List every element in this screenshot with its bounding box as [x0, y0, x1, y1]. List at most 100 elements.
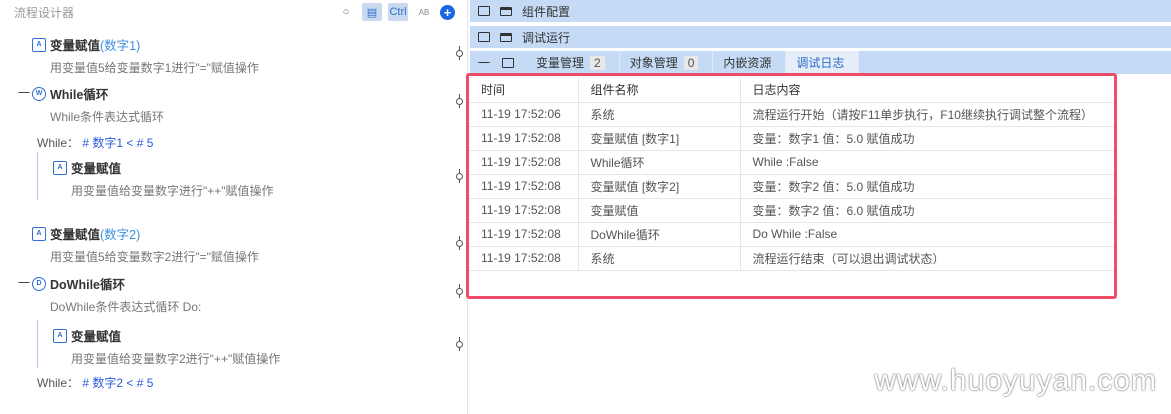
- cell-component: While循环: [578, 150, 741, 175]
- collapse-toggle[interactable]: 一: [18, 274, 30, 291]
- minimize-icon[interactable]: 一: [478, 54, 490, 71]
- add-icon[interactable]: +: [440, 4, 455, 20]
- window-icon[interactable]: [500, 32, 512, 42]
- assign-icon: A: [53, 160, 67, 175]
- node-desc: 用变量值给变量数字进行"++"赋值操作: [71, 184, 274, 198]
- node-suffix: (数字1): [100, 39, 141, 53]
- assign-icon: A: [53, 328, 67, 343]
- nest-line: [37, 320, 38, 368]
- port-icon[interactable]: [455, 284, 464, 298]
- flow-designer-panel: 流程设计器 ○ ▤ Ctrl AB + A 变量赋值 (数字1) 用变量值5给变量数…: [0, 0, 468, 414]
- cell-time: 11-19 17:52:06: [469, 102, 579, 127]
- node-dowhile[interactable]: D DoWhile循环: [32, 274, 125, 293]
- node-assign-inner-2[interactable]: A 变量赋值: [53, 326, 121, 345]
- cell-content: Do While :False: [740, 222, 1114, 247]
- cell-content: 变量：数字1 值：5.0 赋值成功: [740, 126, 1114, 151]
- cell-time: 11-19 17:52:08: [469, 222, 579, 247]
- table-row[interactable]: 11-19 17:52:08 变量赋值 [数字1] 变量：数字1 值：5.0 赋值成…: [469, 126, 1114, 151]
- node-title: While循环: [50, 88, 109, 102]
- tab-objects[interactable]: 对象管理 0: [620, 51, 714, 74]
- col-time: 时间: [469, 78, 579, 103]
- col-content: 日志内容: [740, 78, 1114, 103]
- assign-icon: A: [32, 37, 46, 52]
- port-icon[interactable]: [455, 94, 464, 108]
- table-row[interactable]: 11-19 17:52:08 系统 流程运行结束（可以退出调试状态）: [469, 246, 1114, 271]
- tab-bar: 一 变量管理 2 对象管理 0 内嵌资源 调试日志: [470, 51, 1171, 74]
- cell-time: 11-19 17:52:08: [469, 150, 579, 175]
- cell-time: 11-19 17:52:08: [469, 126, 579, 151]
- while-condition: While： # 数字1 < # 5: [37, 134, 153, 151]
- section-debug-run[interactable]: 调试运行: [470, 26, 1171, 48]
- node-title: DoWhile循环: [50, 278, 125, 292]
- tab-badge: 0: [683, 55, 699, 70]
- tab-label: 变量管理: [536, 56, 585, 70]
- toolbar: ○ ▤ Ctrl AB +: [336, 3, 455, 21]
- cell-content: 流程运行结束（可以退出调试状态）: [740, 246, 1114, 271]
- port-icon[interactable]: [455, 337, 464, 351]
- table-row[interactable]: 11-19 17:52:08 While循环 While :False: [469, 150, 1114, 175]
- cell-component: 变量赋值 [数字2]: [578, 174, 741, 199]
- cell-component: 变量赋值 [数字1]: [578, 126, 741, 151]
- port-icon[interactable]: [455, 236, 464, 250]
- node-title: 变量赋值: [50, 39, 101, 53]
- nest-line: [37, 152, 38, 200]
- table-row[interactable]: 11-19 17:52:08 变量赋值 变量：数字2 值：6.0 赋值成功: [469, 198, 1114, 223]
- table-header: 时间 组件名称 日志内容: [469, 78, 1114, 103]
- cell-content: While :False: [740, 150, 1114, 175]
- table-row[interactable]: 11-19 17:52:08 变量赋值 [数字2] 变量：数字2 值：5.0 赋值成…: [469, 174, 1114, 199]
- node-desc: DoWhile条件表达式循环 Do:: [50, 300, 202, 314]
- cond-label: While：: [37, 376, 80, 390]
- node-assign-1[interactable]: A 变量赋值 (数字1): [32, 35, 140, 54]
- cell-content: 变量：数字2 值：6.0 赋值成功: [740, 198, 1114, 223]
- node-title: 变量赋值: [71, 162, 122, 176]
- section-title: 组件配置: [522, 4, 571, 19]
- loop-icon: W: [32, 86, 46, 101]
- node-desc: 用变量值给变量数字2进行"++"赋值操作: [71, 352, 281, 366]
- debug-log-table: 时间 组件名称 日志内容 11-19 17:52:06 系统 流程运行开始（请按F1…: [466, 73, 1117, 299]
- split-icon[interactable]: [478, 6, 490, 16]
- cond-expr: # 数字2 < # 5: [82, 376, 154, 390]
- tab-variables[interactable]: 变量管理 2: [526, 51, 620, 74]
- split-icon[interactable]: [478, 32, 490, 42]
- cond-label: While：: [37, 136, 80, 150]
- node-desc: 用变量值5给变量数字1进行"="赋值操作: [50, 61, 259, 75]
- node-assign-2[interactable]: A 变量赋值 (数字2): [32, 224, 140, 243]
- node-desc: While条件表达式循环: [50, 110, 165, 124]
- search-icon[interactable]: ○: [336, 3, 356, 21]
- col-component: 组件名称: [578, 78, 741, 103]
- watermark: www.huoyuyan.com: [874, 364, 1157, 397]
- table-row[interactable]: 11-19 17:52:08 DoWhile循环 Do While :False: [469, 222, 1114, 247]
- cond-expr: # 数字1 < # 5: [82, 136, 154, 150]
- rename-icon[interactable]: AB: [414, 3, 434, 21]
- node-suffix: (数字2): [100, 228, 141, 242]
- dowhile-condition: While： # 数字2 < # 5: [37, 374, 153, 391]
- cell-component: 系统: [578, 246, 741, 271]
- node-title: 变量赋值: [71, 330, 122, 344]
- assign-icon: A: [32, 226, 46, 241]
- port-icon[interactable]: [455, 46, 464, 60]
- port-icon[interactable]: [455, 169, 464, 183]
- table-row[interactable]: 11-19 17:52:06 系统 流程运行开始（请按F11单步执行，F10继续执行…: [469, 102, 1114, 127]
- cell-content: 流程运行开始（请按F11单步执行，F10继续执行调试整个流程）: [740, 102, 1114, 127]
- cell-component: 变量赋值: [578, 198, 741, 223]
- tab-debug-log[interactable]: 调试日志: [786, 51, 860, 74]
- cell-time: 11-19 17:52:08: [469, 198, 579, 223]
- node-assign-inner[interactable]: A 变量赋值: [53, 158, 121, 177]
- cell-content: 变量：数字2 值：5.0 赋值成功: [740, 174, 1114, 199]
- node-desc: 用变量值5给变量数字2进行"="赋值操作: [50, 250, 259, 264]
- section-title: 调试运行: [522, 30, 571, 45]
- tab-resources[interactable]: 内嵌资源: [713, 51, 787, 74]
- cell-component: DoWhile循环: [578, 222, 741, 247]
- copy-icon[interactable]: ▤: [362, 3, 382, 21]
- cell-time: 11-19 17:52:08: [469, 174, 579, 199]
- cell-component: 系统: [578, 102, 741, 127]
- tab-label: 调试日志: [796, 56, 845, 70]
- cell-time: 11-19 17:52:08: [469, 246, 579, 271]
- node-while[interactable]: W While循环: [32, 84, 108, 103]
- section-component-config[interactable]: 组件配置: [470, 0, 1171, 22]
- node-title: 变量赋值: [50, 228, 101, 242]
- window-icon[interactable]: [500, 6, 512, 16]
- split-icon[interactable]: [502, 57, 515, 68]
- collapse-toggle[interactable]: 一: [18, 84, 30, 101]
- ctrl-button[interactable]: Ctrl: [388, 3, 408, 21]
